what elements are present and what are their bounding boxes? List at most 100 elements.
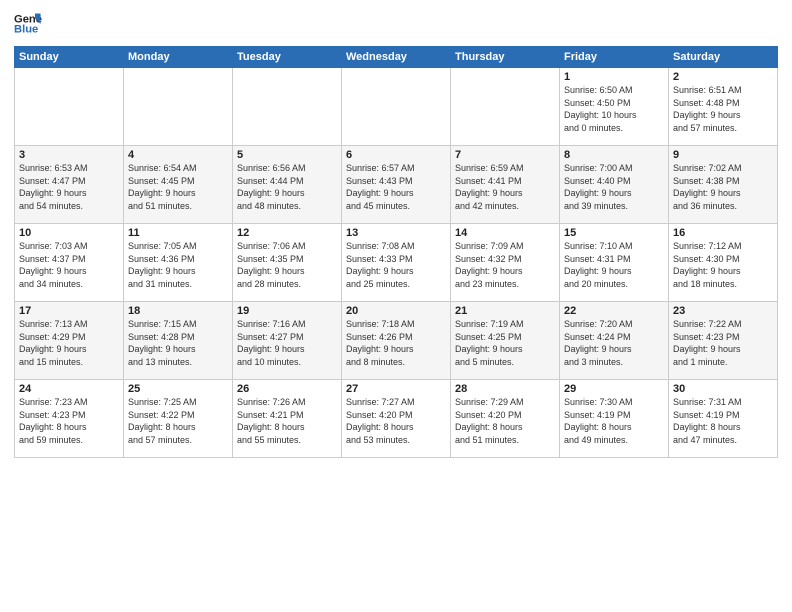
day-number: 24: [19, 383, 119, 395]
day-cell: 25Sunrise: 7:25 AM Sunset: 4:22 PM Dayli…: [124, 380, 233, 458]
day-cell: 23Sunrise: 7:22 AM Sunset: 4:23 PM Dayli…: [669, 302, 778, 380]
day-cell: 1Sunrise: 6:50 AM Sunset: 4:50 PM Daylig…: [560, 68, 669, 146]
day-number: 2: [673, 71, 773, 83]
day-info: Sunrise: 7:31 AM Sunset: 4:19 PM Dayligh…: [673, 396, 773, 446]
day-info: Sunrise: 6:56 AM Sunset: 4:44 PM Dayligh…: [237, 162, 337, 212]
day-cell: 5Sunrise: 6:56 AM Sunset: 4:44 PM Daylig…: [233, 146, 342, 224]
week-row-2: 3Sunrise: 6:53 AM Sunset: 4:47 PM Daylig…: [15, 146, 778, 224]
week-row-5: 24Sunrise: 7:23 AM Sunset: 4:23 PM Dayli…: [15, 380, 778, 458]
day-number: 19: [237, 305, 337, 317]
day-info: Sunrise: 7:10 AM Sunset: 4:31 PM Dayligh…: [564, 240, 664, 290]
day-number: 30: [673, 383, 773, 395]
day-number: 25: [128, 383, 228, 395]
day-number: 17: [19, 305, 119, 317]
col-header-wednesday: Wednesday: [342, 47, 451, 68]
day-cell: 4Sunrise: 6:54 AM Sunset: 4:45 PM Daylig…: [124, 146, 233, 224]
day-info: Sunrise: 6:51 AM Sunset: 4:48 PM Dayligh…: [673, 84, 773, 134]
day-number: 11: [128, 227, 228, 239]
day-number: 15: [564, 227, 664, 239]
day-cell: 9Sunrise: 7:02 AM Sunset: 4:38 PM Daylig…: [669, 146, 778, 224]
day-cell: 15Sunrise: 7:10 AM Sunset: 4:31 PM Dayli…: [560, 224, 669, 302]
week-row-1: 1Sunrise: 6:50 AM Sunset: 4:50 PM Daylig…: [15, 68, 778, 146]
day-number: 9: [673, 149, 773, 161]
day-info: Sunrise: 6:59 AM Sunset: 4:41 PM Dayligh…: [455, 162, 555, 212]
day-number: 14: [455, 227, 555, 239]
day-info: Sunrise: 7:05 AM Sunset: 4:36 PM Dayligh…: [128, 240, 228, 290]
day-info: Sunrise: 7:30 AM Sunset: 4:19 PM Dayligh…: [564, 396, 664, 446]
day-cell: [342, 68, 451, 146]
day-cell: 24Sunrise: 7:23 AM Sunset: 4:23 PM Dayli…: [15, 380, 124, 458]
day-cell: 11Sunrise: 7:05 AM Sunset: 4:36 PM Dayli…: [124, 224, 233, 302]
logo: General Blue: [14, 10, 46, 38]
day-info: Sunrise: 7:09 AM Sunset: 4:32 PM Dayligh…: [455, 240, 555, 290]
day-cell: 30Sunrise: 7:31 AM Sunset: 4:19 PM Dayli…: [669, 380, 778, 458]
logo-icon: General Blue: [14, 10, 42, 38]
day-cell: 17Sunrise: 7:13 AM Sunset: 4:29 PM Dayli…: [15, 302, 124, 380]
day-cell: 26Sunrise: 7:26 AM Sunset: 4:21 PM Dayli…: [233, 380, 342, 458]
day-cell: 20Sunrise: 7:18 AM Sunset: 4:26 PM Dayli…: [342, 302, 451, 380]
day-number: 13: [346, 227, 446, 239]
day-number: 27: [346, 383, 446, 395]
day-cell: 2Sunrise: 6:51 AM Sunset: 4:48 PM Daylig…: [669, 68, 778, 146]
header-row: SundayMondayTuesdayWednesdayThursdayFrid…: [15, 47, 778, 68]
col-header-friday: Friday: [560, 47, 669, 68]
day-info: Sunrise: 7:22 AM Sunset: 4:23 PM Dayligh…: [673, 318, 773, 368]
day-cell: 12Sunrise: 7:06 AM Sunset: 4:35 PM Dayli…: [233, 224, 342, 302]
day-cell: 6Sunrise: 6:57 AM Sunset: 4:43 PM Daylig…: [342, 146, 451, 224]
col-header-monday: Monday: [124, 47, 233, 68]
day-number: 10: [19, 227, 119, 239]
day-info: Sunrise: 7:26 AM Sunset: 4:21 PM Dayligh…: [237, 396, 337, 446]
day-cell: 7Sunrise: 6:59 AM Sunset: 4:41 PM Daylig…: [451, 146, 560, 224]
day-info: Sunrise: 6:54 AM Sunset: 4:45 PM Dayligh…: [128, 162, 228, 212]
day-info: Sunrise: 7:18 AM Sunset: 4:26 PM Dayligh…: [346, 318, 446, 368]
day-number: 26: [237, 383, 337, 395]
header: General Blue: [14, 10, 778, 38]
col-header-sunday: Sunday: [15, 47, 124, 68]
day-number: 18: [128, 305, 228, 317]
day-info: Sunrise: 7:19 AM Sunset: 4:25 PM Dayligh…: [455, 318, 555, 368]
day-number: 21: [455, 305, 555, 317]
day-number: 1: [564, 71, 664, 83]
day-info: Sunrise: 6:57 AM Sunset: 4:43 PM Dayligh…: [346, 162, 446, 212]
day-number: 12: [237, 227, 337, 239]
week-row-4: 17Sunrise: 7:13 AM Sunset: 4:29 PM Dayli…: [15, 302, 778, 380]
day-cell: 28Sunrise: 7:29 AM Sunset: 4:20 PM Dayli…: [451, 380, 560, 458]
day-number: 3: [19, 149, 119, 161]
day-number: 20: [346, 305, 446, 317]
day-info: Sunrise: 7:23 AM Sunset: 4:23 PM Dayligh…: [19, 396, 119, 446]
day-number: 4: [128, 149, 228, 161]
day-number: 16: [673, 227, 773, 239]
day-info: Sunrise: 7:08 AM Sunset: 4:33 PM Dayligh…: [346, 240, 446, 290]
day-info: Sunrise: 7:27 AM Sunset: 4:20 PM Dayligh…: [346, 396, 446, 446]
day-cell: 18Sunrise: 7:15 AM Sunset: 4:28 PM Dayli…: [124, 302, 233, 380]
day-cell: [233, 68, 342, 146]
day-info: Sunrise: 6:53 AM Sunset: 4:47 PM Dayligh…: [19, 162, 119, 212]
day-number: 7: [455, 149, 555, 161]
day-info: Sunrise: 7:02 AM Sunset: 4:38 PM Dayligh…: [673, 162, 773, 212]
day-cell: 21Sunrise: 7:19 AM Sunset: 4:25 PM Dayli…: [451, 302, 560, 380]
col-header-saturday: Saturday: [669, 47, 778, 68]
day-cell: 14Sunrise: 7:09 AM Sunset: 4:32 PM Dayli…: [451, 224, 560, 302]
day-cell: [451, 68, 560, 146]
day-info: Sunrise: 7:20 AM Sunset: 4:24 PM Dayligh…: [564, 318, 664, 368]
day-number: 29: [564, 383, 664, 395]
day-cell: 27Sunrise: 7:27 AM Sunset: 4:20 PM Dayli…: [342, 380, 451, 458]
col-header-thursday: Thursday: [451, 47, 560, 68]
week-row-3: 10Sunrise: 7:03 AM Sunset: 4:37 PM Dayli…: [15, 224, 778, 302]
calendar-table: SundayMondayTuesdayWednesdayThursdayFrid…: [14, 46, 778, 458]
day-info: Sunrise: 7:13 AM Sunset: 4:29 PM Dayligh…: [19, 318, 119, 368]
day-cell: 10Sunrise: 7:03 AM Sunset: 4:37 PM Dayli…: [15, 224, 124, 302]
day-cell: 16Sunrise: 7:12 AM Sunset: 4:30 PM Dayli…: [669, 224, 778, 302]
day-info: Sunrise: 7:03 AM Sunset: 4:37 PM Dayligh…: [19, 240, 119, 290]
day-info: Sunrise: 6:50 AM Sunset: 4:50 PM Dayligh…: [564, 84, 664, 134]
day-info: Sunrise: 7:16 AM Sunset: 4:27 PM Dayligh…: [237, 318, 337, 368]
day-info: Sunrise: 7:15 AM Sunset: 4:28 PM Dayligh…: [128, 318, 228, 368]
day-info: Sunrise: 7:29 AM Sunset: 4:20 PM Dayligh…: [455, 396, 555, 446]
day-number: 23: [673, 305, 773, 317]
day-cell: 29Sunrise: 7:30 AM Sunset: 4:19 PM Dayli…: [560, 380, 669, 458]
day-info: Sunrise: 7:25 AM Sunset: 4:22 PM Dayligh…: [128, 396, 228, 446]
day-number: 8: [564, 149, 664, 161]
day-info: Sunrise: 7:00 AM Sunset: 4:40 PM Dayligh…: [564, 162, 664, 212]
day-number: 22: [564, 305, 664, 317]
day-cell: 3Sunrise: 6:53 AM Sunset: 4:47 PM Daylig…: [15, 146, 124, 224]
